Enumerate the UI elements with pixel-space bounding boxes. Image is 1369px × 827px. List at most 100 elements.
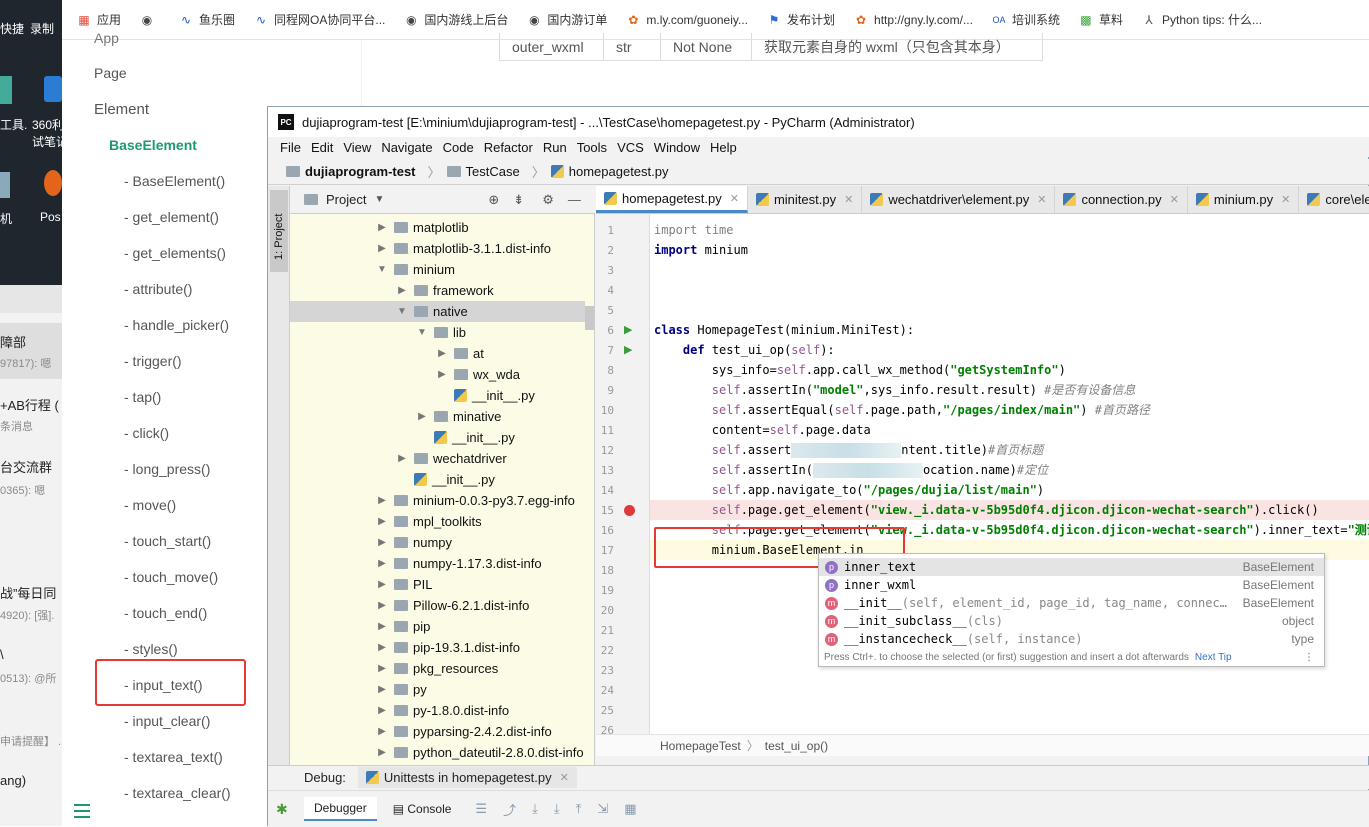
- menu-icon[interactable]: [74, 804, 90, 818]
- editor-tab[interactable]: minitest.py ✕: [748, 186, 863, 213]
- chevron-right-icon[interactable]: ▶: [436, 348, 448, 359]
- next-tip-link[interactable]: Next Tip: [1195, 652, 1232, 663]
- chevron-down-icon[interactable]: ▼: [416, 327, 428, 338]
- run-to-cursor-icon[interactable]: ⇲: [597, 801, 608, 817]
- chevron-right-icon[interactable]: ▶: [376, 600, 388, 611]
- nav-baseelement[interactable]: BaseElement: [109, 137, 197, 153]
- tree-folder[interactable]: ▶ Pillow-6.2.1.dist-info: [290, 595, 529, 616]
- tree-folder[interactable]: ▶ mpl_toolkits: [290, 511, 482, 532]
- chevron-right-icon[interactable]: ▶: [396, 285, 408, 296]
- more-options-icon[interactable]: ⋮: [1304, 652, 1314, 663]
- chevron-right-icon[interactable]: ▶: [376, 516, 388, 527]
- bookmark-item[interactable]: ◉ 国内游线上后台: [403, 11, 508, 28]
- editor-tab[interactable]: homepagetest.py ✕: [596, 186, 748, 213]
- chevron-right-icon[interactable]: ▶: [376, 495, 388, 506]
- nav-method-item[interactable]: - styles(): [124, 641, 178, 657]
- tree-folder[interactable]: ▶ pip: [290, 616, 430, 637]
- bookmark-item[interactable]: ⚑ 发布计划: [766, 11, 835, 28]
- tree-folder[interactable]: ▶ pkg_resources: [290, 658, 498, 679]
- nav-method-item[interactable]: - textarea_text(): [124, 749, 223, 765]
- chat-title[interactable]: 台交流群: [0, 457, 52, 476]
- menu-refactor[interactable]: Refactor: [484, 140, 533, 155]
- close-icon[interactable]: ✕: [1170, 193, 1179, 206]
- tree-file[interactable]: __init__.py: [310, 469, 495, 490]
- show-execution-icon[interactable]: ⤴: [503, 800, 516, 819]
- nav-method-item[interactable]: - touch_end(): [124, 605, 207, 621]
- chevron-right-icon[interactable]: ▶: [376, 684, 388, 695]
- bookmark-item[interactable]: ▦ 应用: [76, 11, 121, 28]
- chevron-down-icon[interactable]: ▼: [396, 306, 408, 317]
- chat-title[interactable]: 战”每日同: [0, 583, 56, 602]
- hide-icon[interactable]: —: [568, 192, 581, 207]
- chat-title[interactable]: 障部: [0, 332, 26, 351]
- tree-folder[interactable]: ▼ native: [290, 301, 585, 322]
- tree-file[interactable]: __init__.py: [350, 385, 535, 406]
- nav-method-item[interactable]: - tap(): [124, 389, 161, 405]
- chevron-right-icon[interactable]: ▶: [376, 663, 388, 674]
- tree-folder[interactable]: ▶ minium-0.0.3-py3.7.egg-info: [290, 490, 575, 511]
- step-into-icon[interactable]: ⤓: [554, 801, 560, 817]
- chevron-right-icon[interactable]: ▶: [376, 705, 388, 716]
- menu-tools[interactable]: Tools: [577, 140, 607, 155]
- app-icon[interactable]: [44, 170, 62, 196]
- tree-folder[interactable]: ▶ pip-19.3.1.dist-info: [290, 637, 520, 658]
- tree-folder[interactable]: ▶ py: [290, 679, 427, 700]
- chevron-right-icon[interactable]: ▶: [376, 558, 388, 569]
- tree-folder[interactable]: ▶ py-1.8.0.dist-info: [290, 700, 509, 721]
- nav-method-item[interactable]: - click(): [124, 425, 169, 441]
- menu-code[interactable]: Code: [443, 140, 474, 155]
- tree-folder[interactable]: ▶ numpy-1.17.3.dist-info: [290, 553, 541, 574]
- chevron-right-icon[interactable]: ▶: [416, 411, 428, 422]
- debugger-tab[interactable]: Debugger: [304, 797, 377, 821]
- menu-edit[interactable]: Edit: [311, 140, 333, 155]
- bookmark-item[interactable]: ∿ 同程网OA协同平台...: [253, 11, 385, 28]
- debug-session-tab[interactable]: Unittests in homepagetest.py ✕: [357, 767, 577, 788]
- tree-folder[interactable]: ▶ at: [350, 343, 484, 364]
- nav-method-item[interactable]: - input_clear(): [124, 713, 210, 729]
- nav-method-item[interactable]: - touch_move(): [124, 569, 218, 585]
- menu-lines-icon[interactable]: ☰: [475, 801, 487, 817]
- menu-vcs[interactable]: VCS: [617, 140, 644, 155]
- tree-folder[interactable]: ▶ matplotlib-3.1.1.dist-info: [290, 238, 551, 259]
- bookmark-item[interactable]: ◉ 国内游订单: [526, 11, 607, 28]
- bookmark-item[interactable]: ◉: [139, 12, 160, 28]
- evaluate-icon[interactable]: ▦: [624, 801, 636, 817]
- chevron-right-icon[interactable]: ▶: [376, 726, 388, 737]
- nav-method-item[interactable]: - BaseElement(): [124, 173, 225, 189]
- chevron-right-icon[interactable]: ▶: [436, 369, 448, 380]
- completion-item[interactable]: m __instancecheck__ (self, instance) type: [819, 630, 1324, 648]
- chat-title[interactable]: +AB行程 (: [0, 395, 59, 414]
- tree-folder[interactable]: ▶ pyparsing-2.4.2.dist-info: [290, 721, 552, 742]
- menu-run[interactable]: Run: [543, 140, 567, 155]
- collapse-icon[interactable]: ⇟: [513, 192, 524, 208]
- bookmark-item[interactable]: ✿ m.ly.com/guoneiy...: [625, 12, 748, 28]
- close-icon[interactable]: ✕: [560, 771, 569, 784]
- chevron-right-icon[interactable]: ▶: [376, 747, 388, 758]
- chevron-down-icon[interactable]: ▼: [374, 194, 384, 205]
- chevron-right-icon[interactable]: ▶: [376, 537, 388, 548]
- chevron-right-icon[interactable]: ▶: [376, 579, 388, 590]
- tree-folder[interactable]: ▶ numpy: [290, 532, 452, 553]
- chat-title[interactable]: ang): [0, 773, 26, 788]
- tree-folder[interactable]: ▶ PIL: [290, 574, 432, 595]
- nav-element[interactable]: Element: [94, 101, 149, 118]
- nav-method-item[interactable]: - touch_start(): [124, 533, 211, 549]
- console-tab[interactable]: ▤ Console: [383, 798, 462, 820]
- nav-method-item[interactable]: - attribute(): [124, 281, 192, 297]
- run-icon[interactable]: ▶: [624, 323, 632, 336]
- project-tool-tab[interactable]: 1: Project: [270, 190, 288, 272]
- menu-navigate[interactable]: Navigate: [381, 140, 432, 155]
- chat-title[interactable]: \: [0, 647, 4, 662]
- close-icon[interactable]: ✕: [1037, 193, 1046, 206]
- step-out-icon[interactable]: ⤒: [576, 801, 582, 817]
- bookmark-item[interactable]: OA 培训系统: [991, 11, 1060, 28]
- breakpoint-icon[interactable]: [624, 505, 635, 516]
- tree-folder[interactable]: ▶ framework: [310, 280, 494, 301]
- nav-method-item[interactable]: - get_element(): [124, 209, 219, 225]
- chat-search[interactable]: [0, 285, 62, 313]
- project-view-selector[interactable]: Project: [326, 192, 366, 207]
- gear-icon[interactable]: ⚙: [542, 192, 554, 208]
- editor-tab[interactable]: minium.py ✕: [1188, 186, 1300, 213]
- breadcrumb-class[interactable]: HomepageTest: [660, 739, 741, 753]
- nav-method-item[interactable]: - long_press(): [124, 461, 210, 477]
